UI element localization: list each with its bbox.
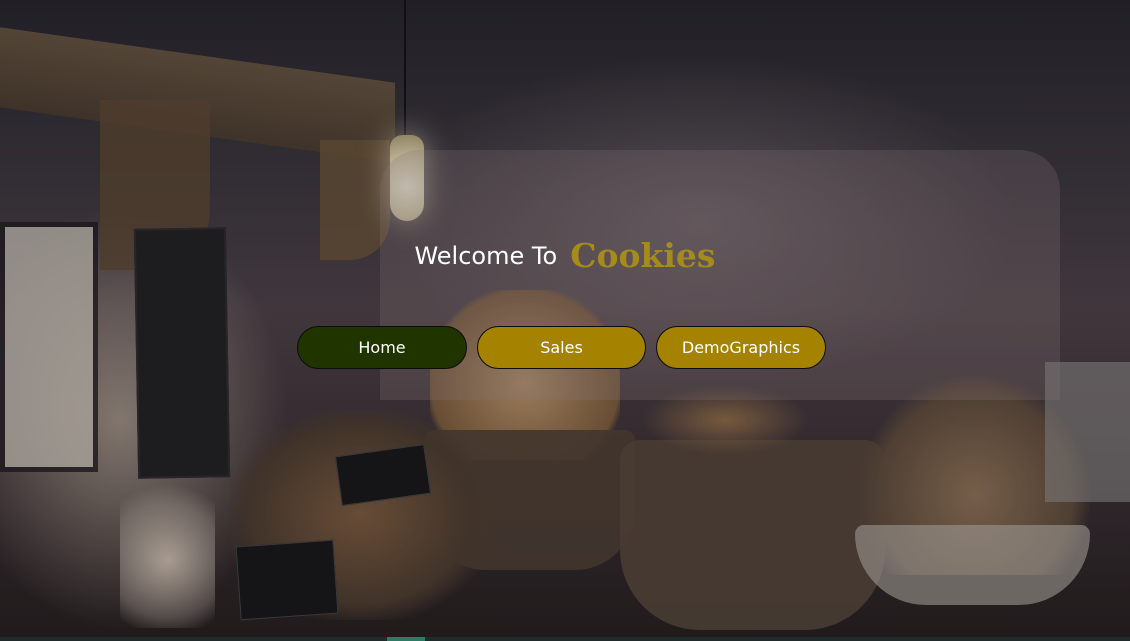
demographics-button[interactable]: DemoGraphics — [656, 326, 826, 369]
home-button[interactable]: Home — [297, 326, 467, 369]
welcome-heading: Welcome To Cookies — [0, 236, 1130, 275]
taskbar-strip — [0, 637, 1130, 641]
welcome-label: Welcome To — [414, 241, 558, 270]
dark-overlay — [0, 0, 1130, 641]
taskbar-accent — [387, 637, 425, 641]
brand-name: Cookies — [570, 236, 716, 275]
sales-button[interactable]: Sales — [477, 326, 646, 369]
